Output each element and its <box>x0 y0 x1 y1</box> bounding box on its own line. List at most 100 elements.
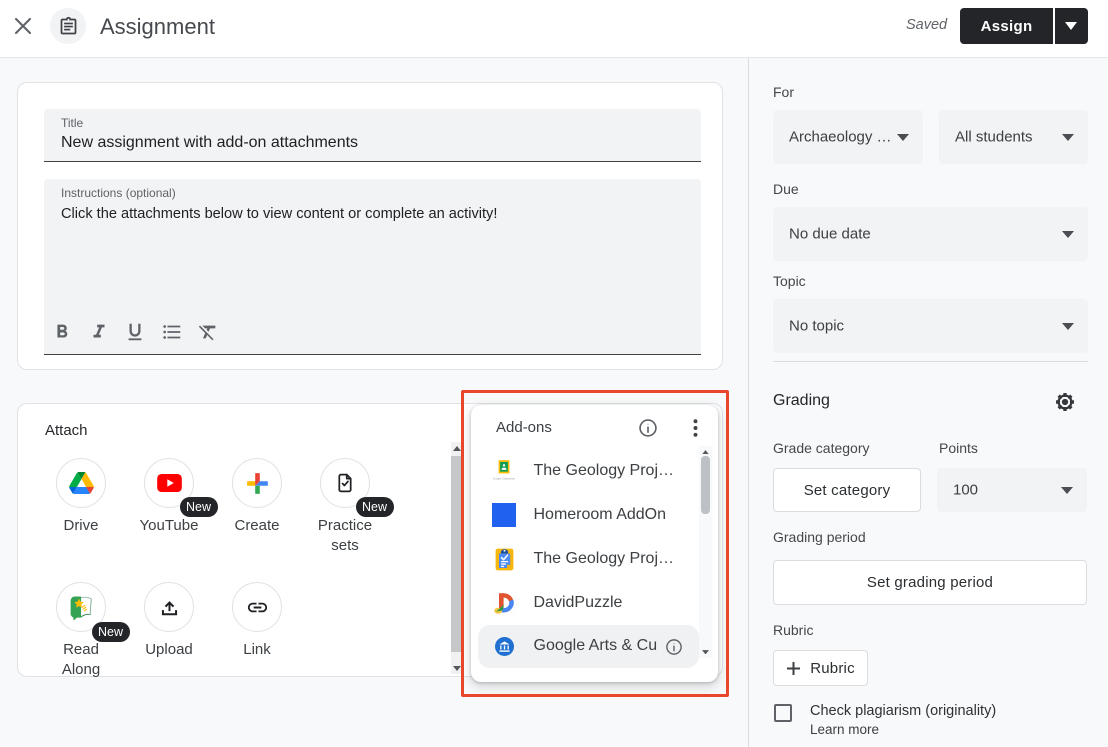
attach-option-link[interactable]: Link <box>213 582 301 660</box>
addon-item-label: The Geology Proj… <box>534 550 675 568</box>
google-drive-icon <box>69 472 94 494</box>
students-select-value: All students <box>955 129 1033 146</box>
addon-item-arts-culture[interactable]: Google Arts & Cu <box>478 625 699 668</box>
save-status: Saved <box>906 17 947 33</box>
scrollbar-down-arrow[interactable] <box>451 662 463 674</box>
underline-icon[interactable] <box>117 318 154 346</box>
italic-icon[interactable] <box>81 318 118 346</box>
attach-option-label: Practice sets <box>309 516 381 556</box>
attach-option-label: Drive <box>45 516 117 536</box>
students-select[interactable]: All students <box>939 110 1088 164</box>
assign-dropdown-button[interactable] <box>1055 8 1088 44</box>
attach-option-circle[interactable] <box>144 582 194 632</box>
attach-option-circle[interactable] <box>232 458 282 508</box>
link-chain-icon <box>246 596 269 619</box>
addon-item-geology-project-1[interactable]: Google Classroom The Geology Proj… <box>478 449 699 493</box>
assignment-type-badge <box>50 8 86 44</box>
topic-select[interactable]: No topic <box>773 299 1088 353</box>
clipboard-checklist-icon <box>492 546 516 571</box>
assign-button[interactable]: Assign <box>960 8 1053 44</box>
clear-formatting-icon[interactable] <box>190 318 227 346</box>
attach-scrollbar[interactable] <box>451 442 463 674</box>
addon-item-label: DavidPuzzle <box>534 594 623 612</box>
for-label: For <box>773 84 794 100</box>
title-field-label: Title <box>61 116 83 130</box>
assignment-details-card: Title New assignment with add-on attachm… <box>17 82 723 370</box>
new-badge: New <box>92 622 130 642</box>
chevron-down-icon <box>1065 22 1077 30</box>
blue-square-icon <box>492 503 516 527</box>
dialog-header: Assignment Saved Assign <box>0 0 1108 58</box>
upload-arrow-icon <box>159 597 180 618</box>
addons-scrollbar[interactable] <box>699 446 712 658</box>
classroom-logo-caption: Google Classroom <box>493 477 515 481</box>
grade-category-label: Grade category <box>773 440 870 456</box>
attach-option-label: Upload <box>133 640 205 660</box>
topic-select-value: No topic <box>789 318 844 335</box>
chevron-down-icon <box>1062 231 1074 238</box>
chevron-down-icon <box>1062 323 1074 330</box>
scrollbar-up-arrow[interactable] <box>451 442 463 454</box>
more-options-kebab-icon[interactable] <box>688 418 702 438</box>
youtube-icon <box>157 474 182 492</box>
new-badge: New <box>180 497 218 517</box>
attach-option-drive[interactable]: Drive <box>37 458 125 536</box>
class-select[interactable]: Archaeology … <box>773 110 923 164</box>
class-select-value: Archaeology … <box>789 129 892 146</box>
scrollbar-thumb[interactable] <box>451 456 463 652</box>
addon-item-geology-project-2[interactable]: The Geology Proj… <box>478 537 699 581</box>
attach-option-label: Link <box>221 640 293 660</box>
sidebar-divider <box>773 361 1088 362</box>
due-label: Due <box>773 181 799 197</box>
read-along-book-icon <box>68 595 94 620</box>
points-select[interactable]: 100 <box>937 468 1087 512</box>
attach-option-label: Create <box>221 516 293 536</box>
arts-culture-museum-icon <box>492 637 516 656</box>
attach-option-label: Read Along <box>45 640 117 680</box>
davidpuzzle-d-icon <box>492 591 516 615</box>
practice-sets-document-icon <box>334 472 356 494</box>
gear-icon[interactable] <box>1054 391 1076 413</box>
close-icon[interactable] <box>13 16 33 36</box>
attach-option-circle[interactable] <box>232 582 282 632</box>
attach-option-circle[interactable] <box>56 458 106 508</box>
instructions-field[interactable]: Instructions (optional) Click the attach… <box>44 179 701 355</box>
title-field-value[interactable]: New assignment with add-on attachments <box>61 134 358 152</box>
info-icon[interactable] <box>665 638 683 656</box>
plagiarism-checkbox[interactable] <box>774 704 792 722</box>
attach-heading: Attach <box>45 422 88 439</box>
assignment-clipboard-icon <box>58 16 79 37</box>
assign-split-button: Assign <box>960 8 1088 44</box>
addons-scrollbar-down-arrow[interactable] <box>699 646 712 658</box>
attach-option-upload[interactable]: Upload <box>125 582 213 660</box>
instructions-field-value[interactable]: Click the attachments below to view cont… <box>61 206 497 222</box>
set-category-button[interactable]: Set category <box>773 468 921 512</box>
info-icon[interactable] <box>638 418 658 438</box>
addon-item-homeroom[interactable]: Homeroom AddOn <box>478 493 699 537</box>
chevron-down-icon <box>897 134 909 141</box>
title-field[interactable]: Title New assignment with add-on attachm… <box>44 109 701 162</box>
bulleted-list-icon[interactable] <box>154 318 191 346</box>
add-rubric-button[interactable]: Rubric <box>773 650 868 686</box>
addon-item-label: Homeroom AddOn <box>534 506 667 524</box>
chevron-down-icon <box>1061 487 1073 494</box>
addon-item-davidpuzzle[interactable]: DavidPuzzle <box>478 581 699 625</box>
grading-period-label: Grading period <box>773 529 866 545</box>
add-rubric-button-label: Rubric <box>810 660 855 677</box>
new-badge: New <box>356 497 394 517</box>
plagiarism-label: Check plagiarism (originality) <box>810 702 996 720</box>
topic-label: Topic <box>773 273 806 289</box>
page-title: Assignment <box>100 14 215 40</box>
rubric-label: Rubric <box>773 622 813 638</box>
due-date-select-value: No due date <box>789 226 871 243</box>
addons-scrollbar-thumb[interactable] <box>701 456 710 514</box>
main-area: Title New assignment with add-on attachm… <box>0 58 1108 747</box>
set-grading-period-button[interactable]: Set grading period <box>773 560 1087 605</box>
settings-sidebar: For Archaeology … All students Due No du… <box>748 58 1108 747</box>
learn-more-link[interactable]: Learn more <box>810 722 879 738</box>
bold-icon[interactable] <box>44 318 81 346</box>
attach-option-label: YouTube <box>133 516 205 536</box>
plus-icon <box>786 661 801 676</box>
due-date-select[interactable]: No due date <box>773 207 1088 261</box>
attach-option-create[interactable]: Create <box>213 458 301 536</box>
